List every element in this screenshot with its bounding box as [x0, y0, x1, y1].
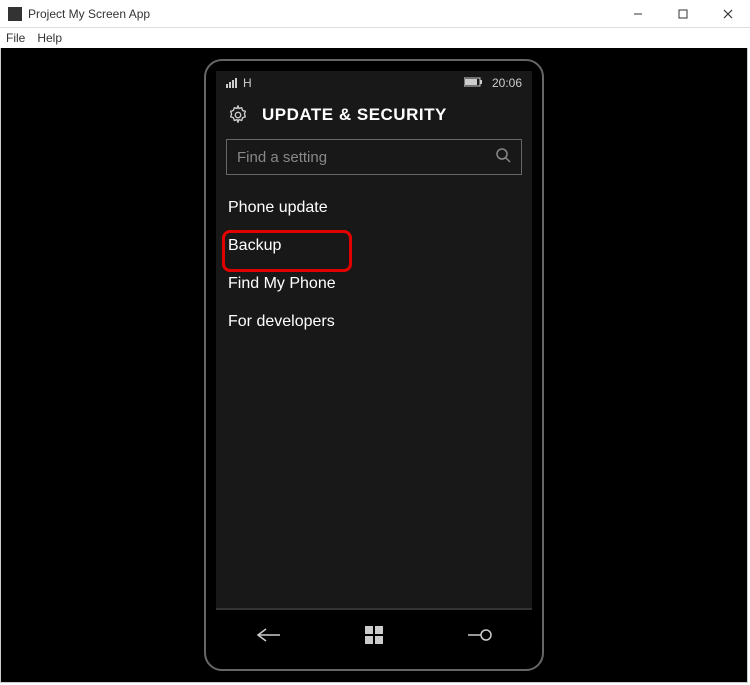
network-label: H: [243, 76, 252, 90]
nav-home-button[interactable]: [344, 619, 404, 651]
menu-bar: File Help: [0, 28, 750, 48]
app-icon: [8, 7, 22, 21]
phone-screen: H 20:06: [216, 71, 532, 608]
content-area: H 20:06: [0, 48, 748, 683]
search-box[interactable]: [226, 139, 522, 175]
menu-item-find-my-phone[interactable]: Find My Phone: [226, 265, 522, 303]
page-header: UPDATE & SECURITY: [216, 95, 532, 139]
window-title: Project My Screen App: [28, 7, 150, 21]
nav-search-button[interactable]: [449, 619, 509, 651]
signal-icon: [226, 78, 237, 88]
window-title-bar: Project My Screen App: [0, 0, 750, 28]
clock: 20:06: [492, 76, 522, 90]
close-button[interactable]: [705, 0, 750, 27]
menu-file[interactable]: File: [6, 31, 25, 45]
menu-item-phone-update[interactable]: Phone update: [226, 189, 522, 227]
battery-icon: [464, 76, 484, 90]
menu-help[interactable]: Help: [37, 31, 62, 45]
page-title: UPDATE & SECURITY: [262, 105, 447, 125]
settings-menu-list: Phone update Backup Find My Phone For de…: [216, 189, 532, 341]
menu-item-for-developers[interactable]: For developers: [226, 303, 522, 341]
nav-back-button[interactable]: [239, 619, 299, 651]
gear-icon: [226, 103, 250, 127]
phone-frame: H 20:06: [204, 59, 544, 671]
search-input[interactable]: [237, 149, 495, 166]
minimize-button[interactable]: [615, 0, 660, 27]
phone-status-bar: H 20:06: [216, 71, 532, 95]
phone-nav-bar: [216, 609, 532, 659]
maximize-button[interactable]: [660, 0, 705, 27]
search-icon: [495, 147, 511, 168]
menu-item-backup[interactable]: Backup: [226, 227, 522, 265]
